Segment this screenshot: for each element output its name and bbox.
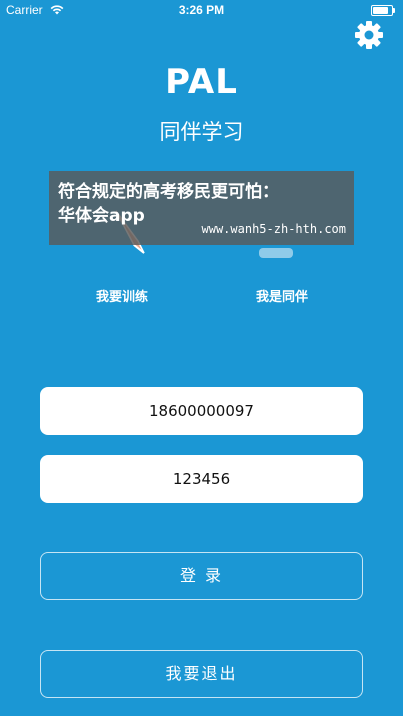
app-subtitle: 同伴学习 <box>159 120 244 144</box>
phone-input[interactable] <box>40 387 363 435</box>
mode-train-label[interactable]: 我要训练 <box>62 286 182 305</box>
app-title: PAL <box>165 62 238 102</box>
watermark-overlay: 符合规定的高考移民更可怕： 华体会app www.wanh5-zh-hth.co… <box>49 171 354 245</box>
watermark-text-line2: 华体会app <box>58 206 145 226</box>
status-time: 3:26 PM <box>178 3 225 17</box>
login-button[interactable]: 登 录 <box>40 552 363 600</box>
settings-button[interactable] <box>352 18 386 52</box>
watermark-text-line1: 符合规定的高考移民更可怕： <box>58 182 279 202</box>
status-bar: Carrier 3:26 PM <box>0 0 403 20</box>
logout-button[interactable]: 我要退出 <box>40 650 363 698</box>
gear-icon <box>355 21 383 49</box>
battery-icon <box>371 5 395 16</box>
watermark-url: www.wanh5-zh-hth.com <box>201 222 347 236</box>
mode-peer-label[interactable]: 我是同伴 <box>222 286 342 305</box>
password-input[interactable] <box>40 455 363 503</box>
